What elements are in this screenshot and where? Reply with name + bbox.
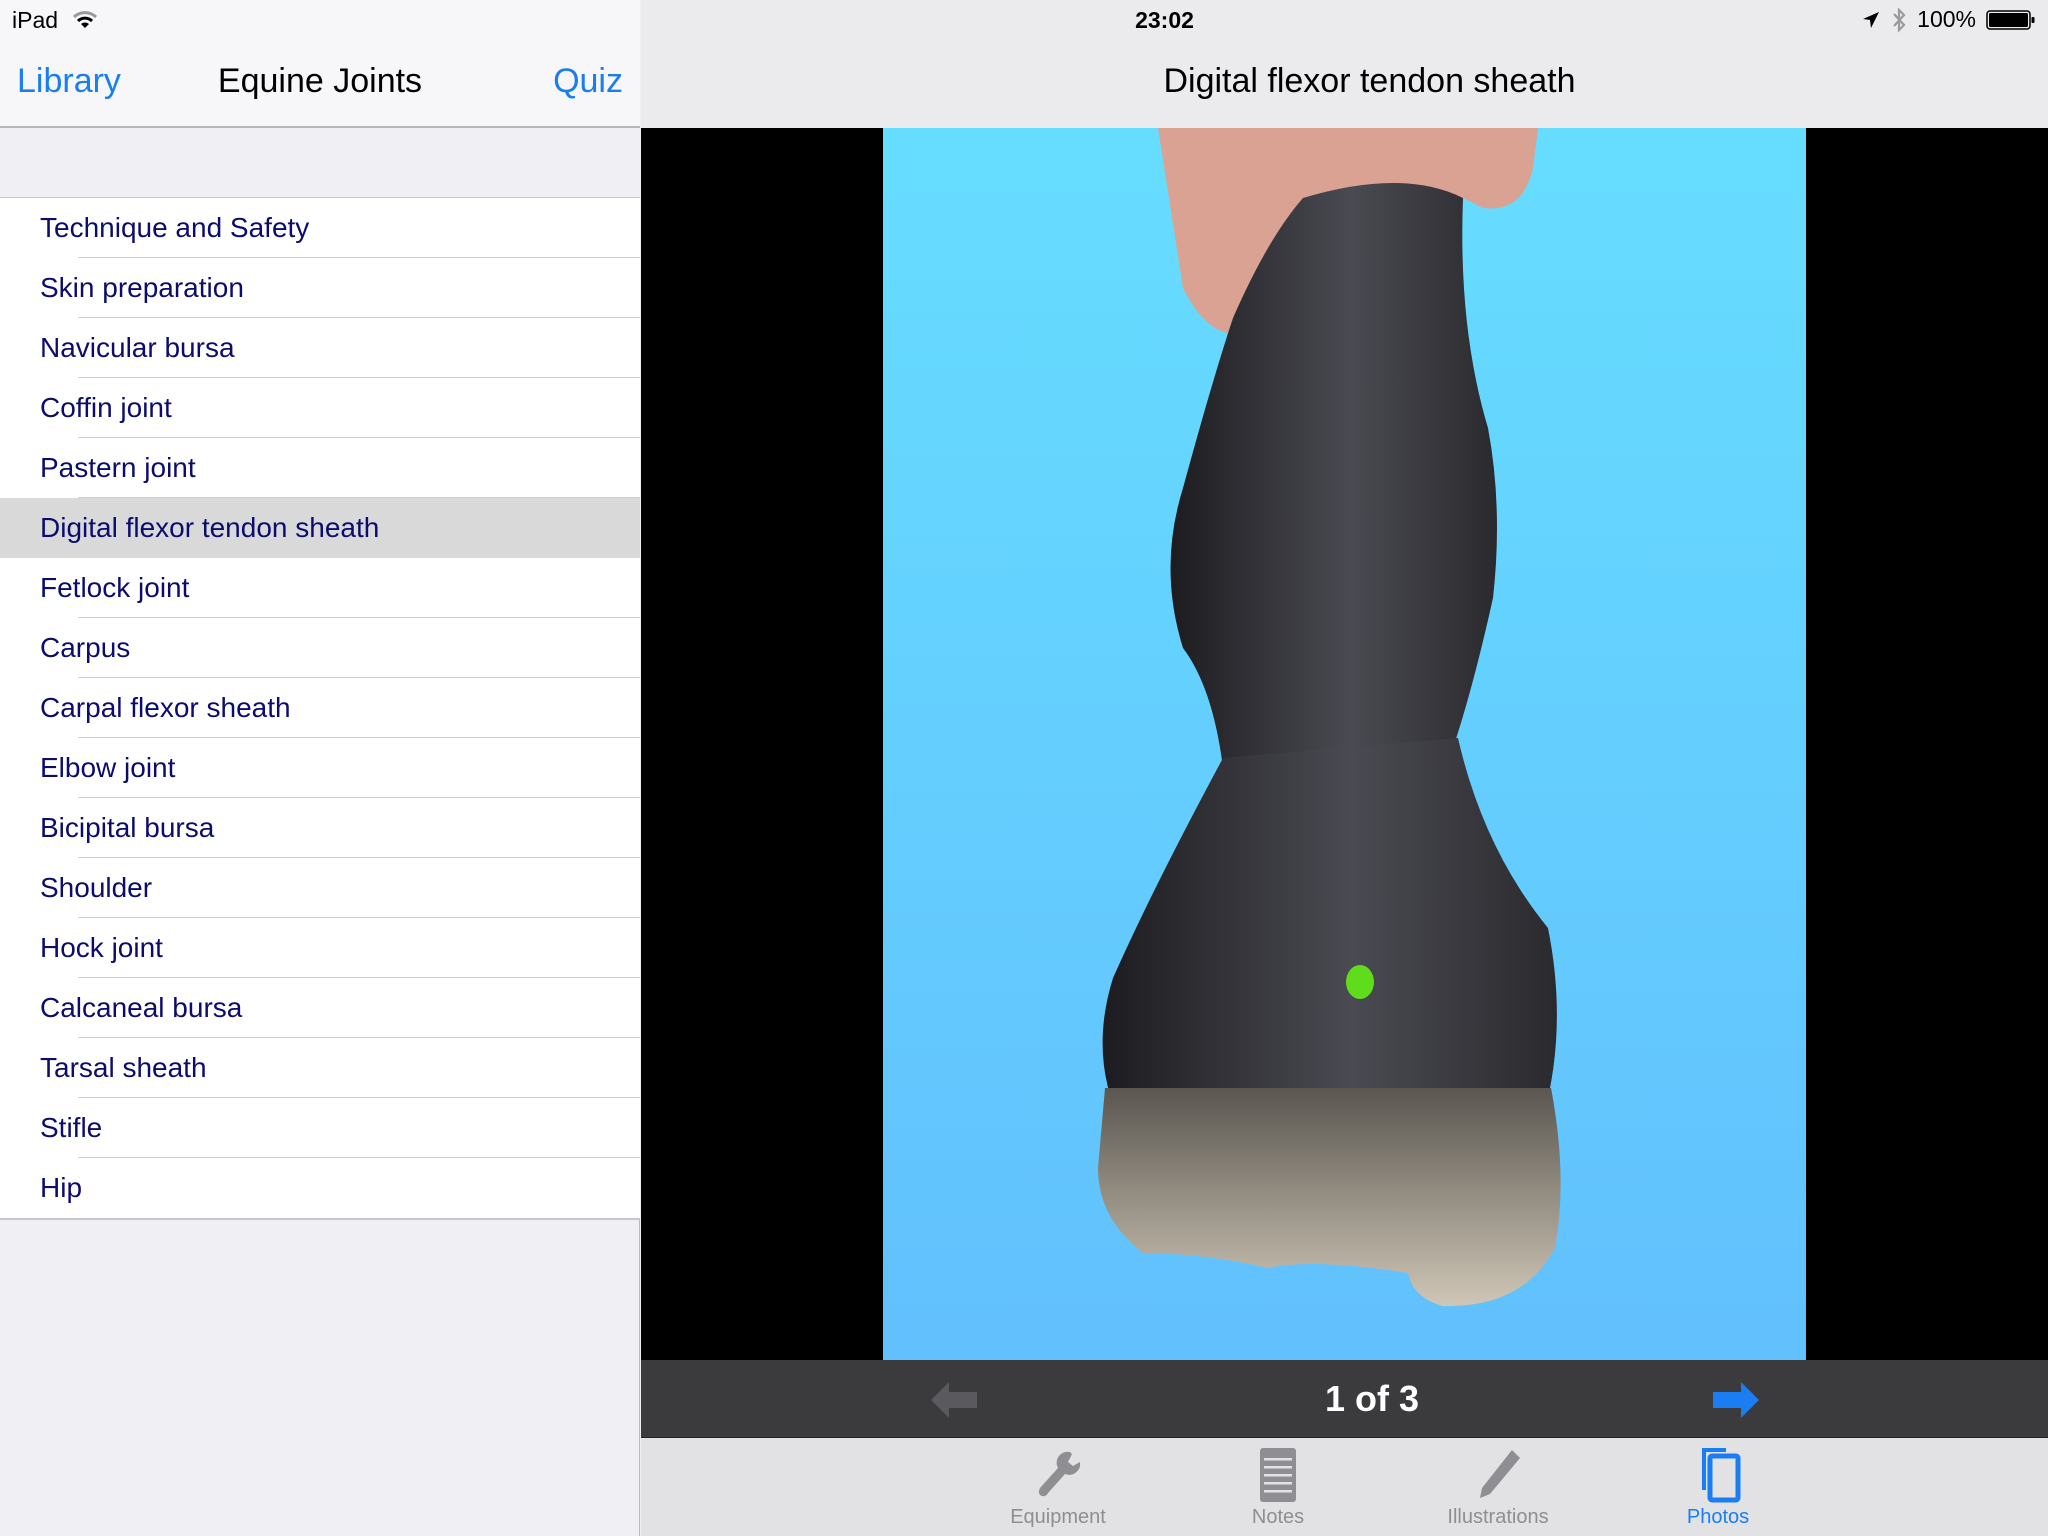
list-item-label: Carpal flexor sheath (40, 692, 291, 723)
list-item[interactable]: Technique and Safety (0, 198, 640, 258)
list-item-label: Calcaneal bursa (40, 992, 243, 1023)
tab-photos[interactable]: Photos (1638, 1444, 1798, 1534)
detail-title: Digital flexor tendon sheath (1163, 62, 1576, 100)
list-section-header (0, 128, 640, 198)
list-item[interactable]: Hip (0, 1158, 640, 1218)
list-item[interactable]: Skin preparation (0, 258, 640, 318)
tab-label: Illustrations (1447, 1506, 1549, 1528)
wrench-icon (1038, 1451, 1081, 1497)
battery-icon (1986, 9, 2035, 30)
list-item[interactable]: Carpus (0, 618, 640, 678)
master-panel: iPad Library Equine Joints Quiz Techniqu… (0, 0, 640, 1536)
list-item[interactable]: Fetlock joint (0, 558, 640, 618)
list-item-label: Carpus (40, 632, 131, 663)
list-item-label: Fetlock joint (40, 572, 190, 603)
joint-list: Technique and Safety Skin preparation Na… (0, 198, 640, 1220)
status-icons: 100% (1861, 6, 2036, 33)
list-item[interactable]: Coffin joint (0, 378, 640, 438)
list-item[interactable]: Carpal flexor sheath (0, 678, 640, 738)
joint-photo[interactable] (883, 128, 1806, 1360)
list-item-selected[interactable]: Digital flexor tendon sheath (0, 498, 640, 558)
list-item[interactable]: Tarsal sheath (0, 1038, 640, 1098)
page-indicator: 1 of 3 (1324, 1378, 1420, 1419)
notepad-icon (1260, 1448, 1296, 1502)
pencil-icon (1480, 1450, 1520, 1498)
list-item[interactable]: Calcaneal bursa (0, 978, 640, 1038)
list-item[interactable]: Navicular bursa (0, 318, 640, 378)
tab-label: Notes (1251, 1506, 1305, 1528)
status-bar-left: iPad (0, 0, 640, 40)
list-item-label: Skin preparation (40, 272, 244, 303)
list-item[interactable]: Elbow joint (0, 738, 640, 798)
master-title: Equine Joints (217, 62, 423, 100)
leg-fetlock (1102, 738, 1557, 1128)
location-arrow-icon (1863, 11, 1880, 28)
detail-panel: 23:02 100% Digital flexor tendon sheath (641, 0, 2048, 1536)
list-item-label: Pastern joint (40, 452, 196, 483)
status-bar-right: 23:02 100% (641, 0, 2048, 40)
photo-viewer (641, 128, 2048, 1360)
photo-pager-bar: 1 of 3 (641, 1360, 2048, 1438)
tab-equipment[interactable]: Equipment (978, 1444, 1138, 1534)
photos-icon (1702, 1448, 1741, 1503)
tab-illustrations[interactable]: Illustrations (1418, 1444, 1578, 1534)
list-item[interactable]: Pastern joint (0, 438, 640, 498)
list-item[interactable]: Stifle (0, 1098, 640, 1158)
list-item-label: Stifle (40, 1112, 103, 1143)
list-item-label: Navicular bursa (40, 332, 235, 363)
list-item-label: Hock joint (40, 932, 163, 963)
tab-bar: Equipment Notes Illustrations Photos (641, 1438, 2048, 1536)
list-item-label: Shoulder (40, 872, 153, 903)
clock: 23:02 (1135, 7, 1194, 33)
list-item-label: Coffin joint (40, 392, 172, 423)
master-nav-bar: Library Equine Joints Quiz (0, 40, 640, 128)
list-item-label: Tarsal sheath (40, 1052, 207, 1083)
tab-notes[interactable]: Notes (1198, 1444, 1358, 1534)
wifi-icon (73, 11, 98, 28)
app-root: iPad Library Equine Joints Quiz Techniqu… (0, 0, 2048, 1536)
battery-percent: 100% (1917, 6, 1976, 32)
next-arrow-icon[interactable] (1713, 1382, 1759, 1418)
tab-label: Photos (1686, 1506, 1750, 1528)
device-name: iPad (12, 6, 59, 33)
list-item-label: Hip (40, 1172, 83, 1203)
list-item-label: Bicipital bursa (40, 812, 215, 843)
horse-leg-illustration (1098, 128, 1561, 1307)
list-item[interactable]: Hock joint (0, 918, 640, 978)
quiz-button[interactable]: Quiz (553, 62, 623, 101)
hoof (1098, 1088, 1561, 1307)
injection-site-marker (1346, 965, 1374, 999)
detail-nav-bar: Digital flexor tendon sheath (641, 40, 2048, 128)
bluetooth-icon (1893, 6, 1906, 33)
list-item-label: Digital flexor tendon sheath (40, 512, 380, 543)
list-item[interactable]: Shoulder (0, 858, 640, 918)
tab-label: Equipment (1010, 1506, 1106, 1528)
list-item[interactable]: Bicipital bursa (0, 798, 640, 858)
list-item-label: Technique and Safety (40, 212, 310, 243)
list-item-label: Elbow joint (40, 752, 176, 783)
